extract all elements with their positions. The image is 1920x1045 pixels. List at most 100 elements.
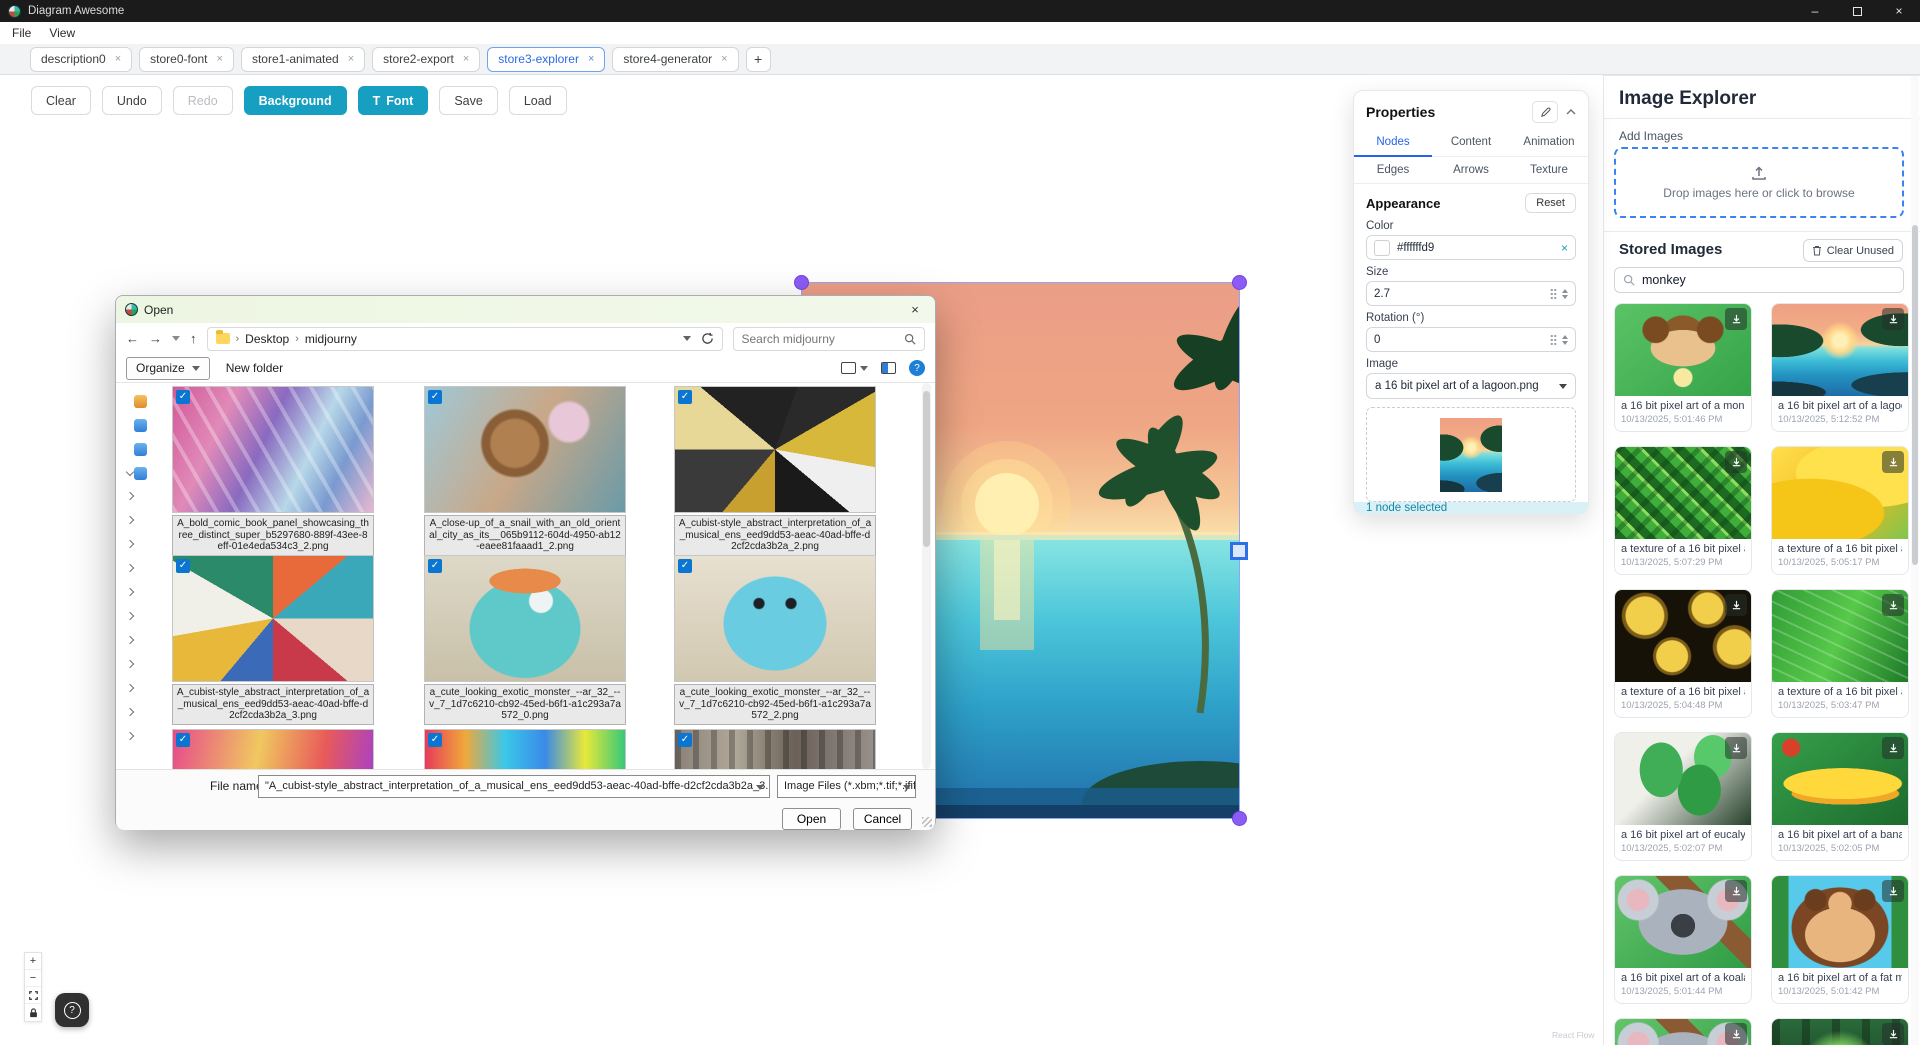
tab-nodes[interactable]: Nodes [1354, 129, 1432, 157]
close-tab-icon[interactable]: × [588, 53, 594, 65]
checkbox-checked-icon[interactable]: ✓ [176, 559, 190, 573]
tab-edges[interactable]: Edges [1354, 157, 1432, 184]
tab-arrows[interactable]: Arrows [1432, 157, 1510, 184]
close-tab-icon[interactable]: × [348, 53, 354, 65]
menu-file[interactable]: File [12, 26, 31, 40]
help-icon-button[interactable]: ? [909, 360, 925, 376]
resize-handle-bottom-right[interactable] [1232, 811, 1247, 826]
download-icon[interactable] [1725, 451, 1747, 473]
stored-image-card[interactable]: a 16 bit pixel art of eucalypt.pn10/13/2… [1614, 732, 1752, 861]
download-icon[interactable] [1725, 308, 1747, 330]
stored-image-card[interactable] [1614, 1018, 1752, 1045]
recent-locations-caret[interactable] [172, 336, 180, 341]
view-mode-button[interactable] [841, 362, 868, 374]
stored-image-card[interactable]: a texture of a 16 bit pixel ar.pn10/13/2… [1771, 589, 1909, 718]
download-icon[interactable] [1882, 308, 1904, 330]
stored-image-card[interactable]: a texture of a 16 bit pixel ar.pn10/13/2… [1771, 446, 1909, 575]
stored-search-input[interactable] [1642, 273, 1895, 287]
tree-item-icon[interactable] [134, 395, 147, 408]
resize-handle-top-left[interactable] [794, 275, 809, 290]
tree-expand-icon[interactable] [126, 492, 134, 500]
maximize-button[interactable] [1836, 0, 1878, 22]
image-select[interactable]: a 16 bit pixel art of a lagoon.png [1366, 373, 1576, 399]
stored-image-card[interactable]: a 16 bit pixel art of a monkey.p10/13/20… [1614, 303, 1752, 432]
checkbox-checked-icon[interactable]: ✓ [428, 390, 442, 404]
chevron-down-icon[interactable] [903, 785, 911, 790]
download-icon[interactable] [1882, 880, 1904, 902]
node-connection-handle[interactable] [1230, 542, 1248, 560]
breadcrumb-desktop[interactable]: Desktop [245, 332, 289, 346]
address-dropdown-caret[interactable] [683, 336, 691, 341]
clear-color-icon[interactable]: × [1561, 241, 1568, 255]
drag-handle-icon[interactable] [1550, 288, 1557, 299]
close-tab-icon[interactable]: × [115, 53, 121, 65]
tree-expand-icon[interactable] [126, 564, 134, 572]
download-icon[interactable] [1725, 880, 1747, 902]
chevron-down-icon[interactable] [756, 785, 764, 790]
menu-view[interactable]: View [49, 26, 75, 40]
breadcrumb-midjourny[interactable]: midjourny [305, 332, 357, 346]
tab-animation[interactable]: Animation [1510, 129, 1588, 157]
dialog-scrollbar[interactable] [922, 383, 931, 769]
load-button[interactable]: Load [509, 86, 567, 115]
pen-tool-button[interactable] [1532, 101, 1558, 123]
file-name-combobox[interactable]: "A_cubist-style_abstract_interpretation_… [258, 775, 770, 798]
tab-store3-explorer[interactable]: store3-explorer× [487, 47, 605, 72]
decrement-icon[interactable] [1562, 341, 1568, 345]
tree-item-icon[interactable] [134, 467, 147, 480]
tree-expand-icon[interactable] [126, 516, 134, 524]
close-button[interactable]: × [1878, 0, 1920, 22]
file-item[interactable]: ✓ [172, 729, 374, 769]
resize-handle-top-right[interactable] [1232, 275, 1247, 290]
organize-button[interactable]: Organize [126, 357, 210, 380]
stored-image-card[interactable]: a 16 bit pixel art of a banana.p10/13/20… [1771, 732, 1909, 861]
checkbox-checked-icon[interactable]: ✓ [428, 733, 442, 747]
tab-store2-export[interactable]: store2-export× [372, 47, 480, 72]
clear-unused-button[interactable]: Clear Unused [1803, 239, 1903, 262]
resize-grip[interactable] [922, 817, 932, 827]
stored-image-card[interactable] [1771, 1018, 1909, 1045]
zoom-in-button[interactable]: + [25, 953, 41, 970]
file-item[interactable]: ✓ A_cubist-style_abstract_interpretation… [172, 555, 374, 725]
download-icon[interactable] [1725, 594, 1747, 616]
rotation-input[interactable]: 0 [1366, 327, 1576, 352]
stored-image-card[interactable]: a 16 bit pixel art of a koala.png10/13/2… [1614, 875, 1752, 1004]
checkbox-checked-icon[interactable]: ✓ [678, 733, 692, 747]
file-item[interactable]: ✓ a_cute_looking_exotic_monster_--ar_32_… [424, 555, 626, 725]
file-item[interactable]: ✓ [674, 729, 876, 769]
tree-expand-icon[interactable] [126, 660, 134, 668]
checkbox-checked-icon[interactable]: ✓ [176, 733, 190, 747]
download-icon[interactable] [1882, 1023, 1904, 1045]
download-icon[interactable] [1725, 1023, 1747, 1045]
stored-image-card[interactable]: a texture of a 16 bit pixel ar.pn10/13/2… [1614, 446, 1752, 575]
tab-store1-animated[interactable]: store1-animated× [241, 47, 365, 72]
open-button[interactable]: Open [782, 808, 841, 830]
file-item[interactable]: ✓ [424, 729, 626, 769]
checkbox-checked-icon[interactable]: ✓ [678, 390, 692, 404]
file-item[interactable]: ✓ A_bold_comic_book_panel_showcasing_thr… [172, 386, 374, 556]
tab-store0-font[interactable]: store0-font× [139, 47, 234, 72]
zoom-out-button[interactable]: − [25, 970, 41, 987]
checkbox-checked-icon[interactable]: ✓ [428, 559, 442, 573]
tree-expand-icon[interactable] [126, 540, 134, 548]
tab-description0[interactable]: description0× [30, 47, 132, 72]
file-item[interactable]: ✓ A_cubist-style_abstract_interpretation… [674, 386, 876, 556]
forward-button[interactable]: → [149, 331, 162, 346]
font-button[interactable]: TFont [358, 86, 429, 115]
collapse-chevron-icon[interactable] [1566, 109, 1576, 115]
image-dropzone[interactable]: Drop images here or click to browse [1614, 147, 1904, 218]
checkbox-checked-icon[interactable]: ✓ [176, 390, 190, 404]
dialog-close-button[interactable]: × [895, 302, 935, 317]
tab-store4-generator[interactable]: store4-generator× [612, 47, 738, 72]
close-tab-icon[interactable]: × [217, 53, 223, 65]
download-icon[interactable] [1882, 451, 1904, 473]
decrement-icon[interactable] [1562, 295, 1568, 299]
color-swatch[interactable] [1374, 240, 1390, 256]
tree-expand-icon[interactable] [126, 636, 134, 644]
size-input[interactable]: 2.7 [1366, 281, 1576, 306]
dialog-titlebar[interactable]: Open × [116, 296, 935, 323]
background-button[interactable]: Background [244, 86, 347, 115]
tree-expand-icon[interactable] [126, 588, 134, 596]
tree-expand-icon[interactable] [126, 708, 134, 716]
tree-expand-icon[interactable] [126, 468, 134, 476]
